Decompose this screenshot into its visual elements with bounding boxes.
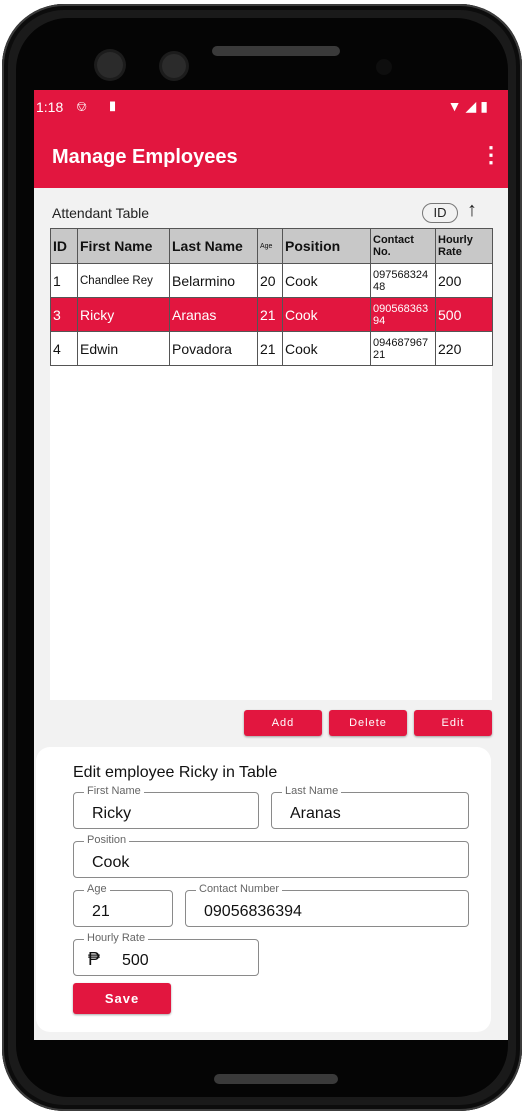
table-row[interactable]: 1 Chandlee Rey Belarmino 20 Cook 0975683… bbox=[50, 263, 493, 298]
contact-number-label: Contact Number bbox=[196, 883, 283, 895]
header-contact[interactable]: Contact No. bbox=[370, 228, 436, 264]
proximity-sensor bbox=[376, 59, 392, 75]
header-hourly-rate[interactable]: Hourly Rate bbox=[435, 228, 493, 264]
position-value[interactable]: Cook bbox=[92, 854, 129, 872]
cell-last-name: Belarmino bbox=[169, 263, 258, 298]
cell-position: Cook bbox=[282, 331, 371, 366]
cell-id: 1 bbox=[50, 263, 78, 298]
position-field[interactable]: Position Cook bbox=[73, 834, 469, 878]
peso-currency-icon: ₱ bbox=[88, 949, 101, 969]
cell-hourly-rate: 200 bbox=[435, 263, 493, 298]
earpiece-speaker bbox=[212, 46, 340, 56]
sort-field-chip[interactable]: ID bbox=[422, 203, 458, 223]
overflow-menu-icon[interactable]: ⋮ bbox=[480, 142, 502, 168]
cell-age: 20 bbox=[257, 263, 283, 298]
bottom-speaker bbox=[214, 1074, 338, 1084]
edit-button[interactable]: Edit bbox=[414, 710, 492, 736]
app-screen: 1:18 ⎊ ▮ ▼◢▮ Manage Employees ⋮ Attendan… bbox=[34, 90, 508, 1040]
hourly-rate-label: Hourly Rate bbox=[84, 932, 149, 944]
first-name-label: First Name bbox=[84, 785, 144, 797]
employee-table: ID First Name Last Name Age Position Con… bbox=[50, 228, 493, 366]
cell-contact: 09056836394 bbox=[370, 297, 436, 332]
last-name-field[interactable]: Last Name Aranas bbox=[271, 785, 469, 829]
system-status-icons: ▼◢▮ bbox=[447, 98, 492, 114]
cell-age: 21 bbox=[257, 297, 283, 332]
last-name-label: Last Name bbox=[282, 785, 342, 797]
cell-age: 21 bbox=[257, 331, 283, 366]
notification-icons: ⎊ ▮ bbox=[76, 98, 126, 114]
first-name-field[interactable]: First Name Ricky bbox=[73, 785, 259, 829]
table-row-selected[interactable]: 3 Ricky Aranas 21 Cook 09056836394 500 bbox=[50, 297, 493, 332]
status-bar: 1:18 ⎊ ▮ ▼◢▮ bbox=[34, 90, 508, 124]
cell-first-name: Edwin bbox=[77, 331, 170, 366]
header-age[interactable]: Age bbox=[257, 228, 283, 264]
app-bar: Manage Employees ⋮ bbox=[34, 124, 508, 188]
cell-last-name: Povadora bbox=[169, 331, 258, 366]
first-name-value[interactable]: Ricky bbox=[92, 805, 131, 823]
hourly-rate-field[interactable]: Hourly Rate ₱ 500 bbox=[73, 932, 259, 976]
employee-table-panel: ID First Name Last Name Age Position Con… bbox=[50, 228, 493, 700]
header-last-name[interactable]: Last Name bbox=[169, 228, 258, 264]
edit-employee-card: Edit employee Ricky in Table First Name … bbox=[36, 747, 491, 1032]
status-time: 1:18 bbox=[36, 99, 64, 115]
front-camera-secondary bbox=[162, 54, 186, 78]
cell-contact: 09756832448 bbox=[370, 263, 436, 298]
delete-button[interactable]: Delete bbox=[329, 710, 407, 736]
cell-id: 4 bbox=[50, 331, 78, 366]
cell-position: Cook bbox=[282, 263, 371, 298]
hourly-rate-value[interactable]: 500 bbox=[122, 952, 149, 970]
cell-first-name: Chandlee Rey bbox=[77, 263, 170, 298]
cell-hourly-rate: 220 bbox=[435, 331, 493, 366]
save-button[interactable]: Save bbox=[73, 983, 171, 1014]
age-value[interactable]: 21 bbox=[92, 903, 110, 921]
cell-id: 3 bbox=[50, 297, 78, 332]
page-title: Manage Employees bbox=[52, 146, 238, 168]
edit-form-title: Edit employee Ricky in Table bbox=[73, 764, 278, 781]
header-id[interactable]: ID bbox=[50, 228, 78, 264]
cell-first-name: Ricky bbox=[77, 297, 170, 332]
table-header-row: ID First Name Last Name Age Position Con… bbox=[50, 228, 493, 264]
cell-position: Cook bbox=[282, 297, 371, 332]
header-position[interactable]: Position bbox=[282, 228, 371, 264]
cell-last-name: Aranas bbox=[169, 297, 258, 332]
age-field[interactable]: Age 21 bbox=[73, 883, 173, 927]
cell-hourly-rate: 500 bbox=[435, 297, 493, 332]
front-camera bbox=[97, 52, 123, 78]
add-button[interactable]: Add bbox=[244, 710, 322, 736]
contact-number-field[interactable]: Contact Number 09056836394 bbox=[185, 883, 469, 927]
table-row[interactable]: 4 Edwin Povadora 21 Cook 09468796721 220 bbox=[50, 331, 493, 366]
last-name-value[interactable]: Aranas bbox=[290, 805, 341, 823]
position-label: Position bbox=[84, 834, 130, 846]
contact-number-value[interactable]: 09056836394 bbox=[204, 903, 302, 921]
header-first-name[interactable]: First Name bbox=[77, 228, 170, 264]
sort-ascending-icon[interactable]: ↑ bbox=[467, 199, 477, 222]
age-label: Age bbox=[84, 883, 110, 895]
table-caption: Attendant Table bbox=[52, 205, 150, 221]
cell-contact: 09468796721 bbox=[370, 331, 436, 366]
